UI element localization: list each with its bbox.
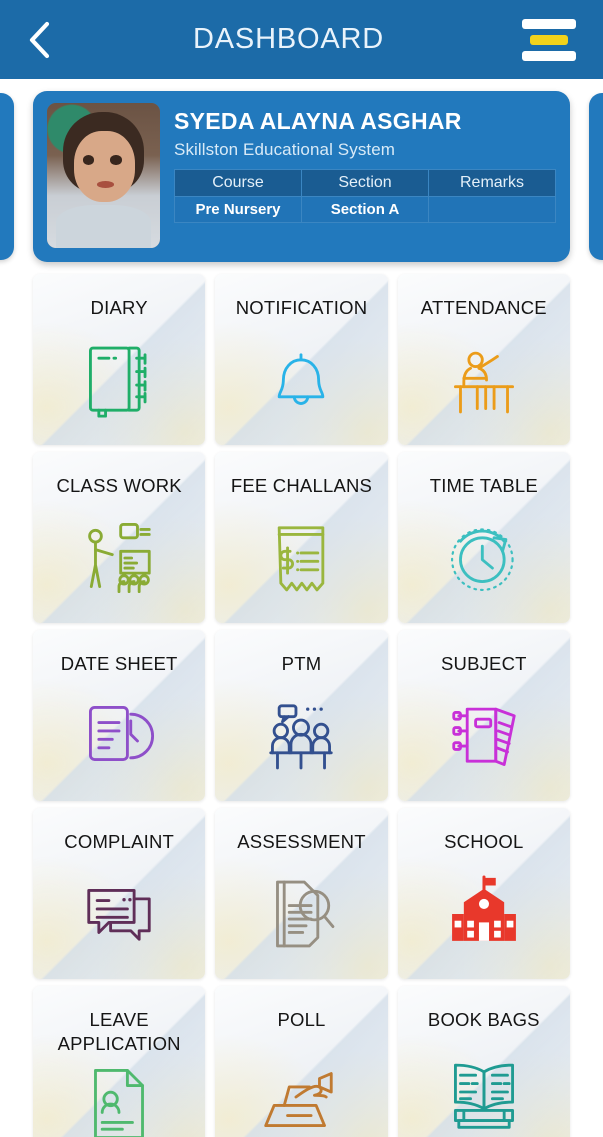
cell-section: Section A (301, 196, 429, 224)
menu-tile-subject[interactable]: SUBJECT (397, 630, 570, 801)
menu-tile-label: ASSESSMENT (237, 831, 366, 852)
menu-grid: DIARY NOTIFICATION ATTENDANCE CLASS WORK (0, 274, 603, 1137)
table-header-row: Course Section Remarks (174, 169, 556, 198)
menu-bar-middle (530, 34, 568, 45)
document-clock-icon (33, 676, 205, 801)
menu-tile-label: TIME TABLE (429, 475, 538, 496)
menu-tile-attendance[interactable]: ATTENDANCE (397, 274, 570, 445)
menu-tile-label: SCHOOL (444, 831, 524, 852)
menu-tile-assessment[interactable]: ASSESSMENT (215, 808, 388, 979)
profile-carousel[interactable]: SYEDA ALAYNA ASGHAR Skillston Educationa… (0, 79, 603, 274)
school-building-icon (398, 854, 570, 979)
menu-tile-class-work[interactable]: CLASS WORK (33, 452, 206, 623)
menu-tile-label: POLL (277, 1009, 326, 1030)
student-desk-icon (398, 320, 570, 445)
clock-arrow-icon (398, 498, 570, 623)
menu-tile-ptm[interactable]: PTM (215, 630, 388, 801)
meeting-people-icon (215, 676, 387, 801)
avatar (47, 103, 160, 248)
menu-tile-complaint[interactable]: COMPLAINT (33, 808, 206, 979)
open-book-icon (398, 1032, 570, 1137)
menu-bar-bottom (522, 50, 576, 61)
menu-tile-label: NOTIFICATION (235, 297, 368, 318)
carousel-peek-previous[interactable] (0, 93, 14, 260)
column-header-course: Course (174, 169, 302, 198)
menu-tile-notification[interactable]: NOTIFICATION (215, 274, 388, 445)
page-title: DASHBOARD (193, 23, 384, 55)
ballot-hand-icon (215, 1032, 387, 1137)
teacher-board-icon (33, 498, 205, 623)
menu-tile-label: BOOK BAGS (427, 1009, 540, 1030)
menu-tile-label: DIARY (90, 297, 148, 318)
menu-tile-leave-application[interactable]: LEAVE APPLICATION (33, 986, 206, 1137)
diary-notebook-icon (33, 320, 205, 445)
student-info-table: Course Section Remarks Pre Nursery Secti… (174, 169, 556, 224)
cell-remarks (428, 196, 556, 224)
bell-icon (215, 320, 387, 445)
profile-details: SYEDA ALAYNA ASGHAR Skillston Educationa… (160, 103, 556, 250)
table-row: Pre Nursery Section A (174, 196, 556, 224)
student-name: SYEDA ALAYNA ASGHAR (174, 108, 462, 134)
column-header-section: Section (301, 169, 429, 198)
menu-tile-diary[interactable]: DIARY (33, 274, 206, 445)
app-header: DASHBOARD (0, 0, 603, 79)
menu-tile-label: COMPLAINT (64, 831, 175, 852)
menu-tile-book-bags[interactable]: BOOK BAGS (397, 986, 570, 1137)
menu-tile-label: FEE CHALLANS (230, 475, 373, 496)
menu-tile-fee-challans[interactable]: FEE CHALLANS (215, 452, 388, 623)
menu-tile-label: PTM (281, 653, 322, 674)
leave-form-icon (33, 1057, 205, 1137)
menu-tile-label: ATTENDANCE (420, 297, 547, 318)
receipt-dollar-icon (215, 498, 387, 623)
menu-tile-label: LEAVE APPLICATION (57, 1009, 181, 1055)
chat-bubbles-icon (33, 854, 205, 979)
menu-tile-date-sheet[interactable]: DATE SHEET (33, 630, 206, 801)
menu-tile-poll[interactable]: POLL (215, 986, 388, 1137)
menu-tile-school[interactable]: SCHOOL (397, 808, 570, 979)
column-header-remarks: Remarks (428, 169, 556, 198)
hamburger-menu-icon[interactable] (521, 17, 577, 63)
book-pages-icon (398, 676, 570, 801)
school-name: Skillston Educational System (174, 140, 396, 160)
cell-course: Pre Nursery (174, 196, 302, 224)
carousel-peek-next[interactable] (589, 93, 603, 260)
menu-tile-label: CLASS WORK (56, 475, 182, 496)
menu-tile-label: SUBJECT (440, 653, 527, 674)
menu-tile-label: DATE SHEET (60, 653, 178, 674)
document-magnifier-icon (215, 854, 387, 979)
student-profile-card[interactable]: SYEDA ALAYNA ASGHAR Skillston Educationa… (33, 91, 570, 262)
menu-tile-time-table[interactable]: TIME TABLE (397, 452, 570, 623)
chevron-left-icon (26, 20, 52, 60)
menu-bar-top (522, 18, 576, 29)
